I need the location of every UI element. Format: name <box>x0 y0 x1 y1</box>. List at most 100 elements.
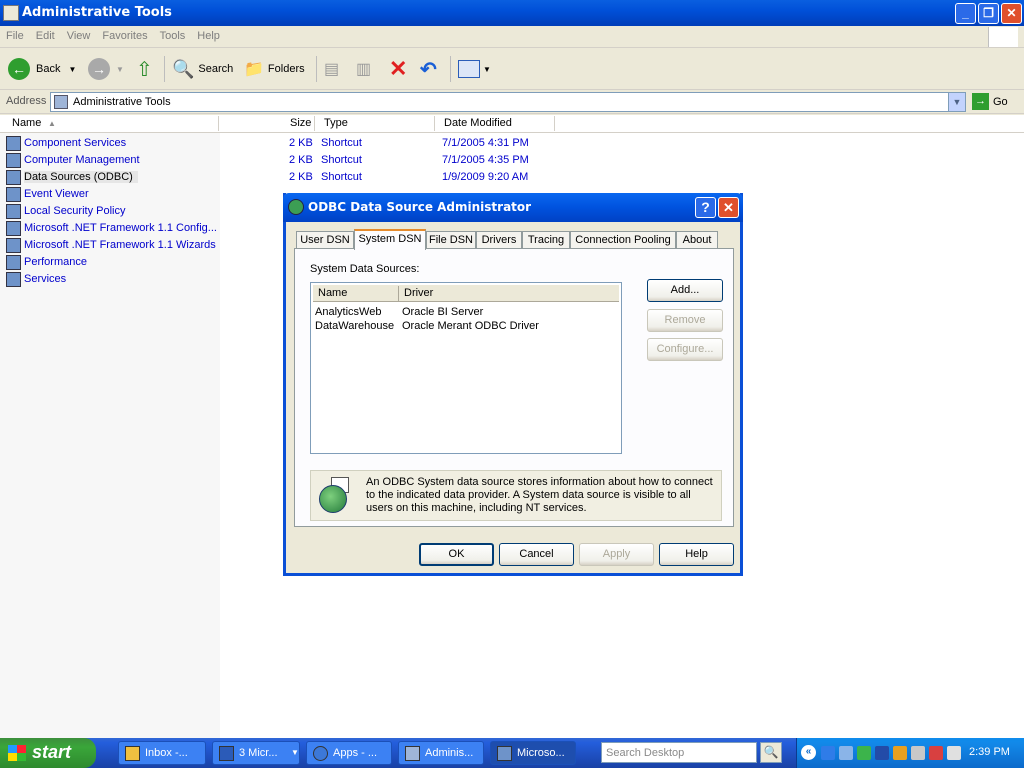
desktop-search-input[interactable]: Search Desktop <box>601 742 757 763</box>
move-to-button[interactable]: ▤ <box>324 56 339 82</box>
file-name: Services <box>24 273 67 285</box>
undo-icon: ↶ <box>420 58 437 81</box>
tab-about[interactable]: About <box>676 231 718 249</box>
back-dropdown-icon[interactable]: ▼ <box>68 65 76 74</box>
control-panel-icon <box>54 95 68 109</box>
minimize-button[interactable]: _ <box>955 3 976 24</box>
menu-file[interactable]: File <box>0 26 30 42</box>
list-item[interactable]: AnalyticsWeb Oracle BI Server <box>315 306 615 320</box>
dsn-driver: Oracle Merant ODBC Driver <box>402 320 539 332</box>
search-icon: 🔍 <box>172 58 195 79</box>
network-tool-icon[interactable] <box>839 746 853 760</box>
back-label: Back <box>36 63 61 75</box>
add-button[interactable]: Add... <box>647 279 723 302</box>
up-folder-button[interactable]: ⇧ <box>136 56 153 82</box>
forward-button[interactable]: → ▼ <box>88 56 124 82</box>
go-button[interactable]: → Go <box>972 93 1008 110</box>
list-header-divider[interactable] <box>398 286 399 301</box>
column-divider[interactable] <box>554 116 555 131</box>
task-odbc[interactable]: Microso... <box>490 741 576 765</box>
forward-dropdown-icon[interactable]: ▼ <box>116 65 124 74</box>
list-header-name[interactable]: Name <box>318 287 347 299</box>
column-headers: Name ▲ Size Type Date Modified <box>0 115 1024 133</box>
dialog-help-button[interactable]: ? <box>695 197 716 218</box>
date-column-header[interactable]: Date Modified <box>444 117 512 129</box>
copy-to-button[interactable]: ▥ <box>356 56 371 82</box>
file-name: Data Sources (ODBC) <box>24 171 138 183</box>
search-button[interactable]: 🔍 Search <box>172 56 233 82</box>
wireless-icon[interactable] <box>911 746 925 760</box>
menu-edit[interactable]: Edit <box>30 26 61 42</box>
tab-user-dsn[interactable]: User DSN <box>296 231 354 249</box>
data-sources-list[interactable]: Name Driver AnalyticsWeb Oracle BI Serve… <box>310 282 622 454</box>
menu-view[interactable]: View <box>61 26 97 42</box>
start-button[interactable]: start <box>0 738 96 768</box>
restore-button[interactable]: ❐ <box>978 3 999 24</box>
tab-tracing[interactable]: Tracing <box>522 231 570 249</box>
file-name: Local Security Policy <box>24 205 126 217</box>
name-column-header[interactable]: Name <box>12 117 41 129</box>
apply-button[interactable]: Apply <box>579 543 654 566</box>
file-size: 2 KB <box>289 137 313 149</box>
system-tray: « 2:39 PM <box>796 738 1024 768</box>
toolbar-separator <box>164 56 165 82</box>
services-icon <box>6 272 21 287</box>
computer-management-icon <box>6 153 21 168</box>
close-button[interactable]: ✕ <box>1001 3 1022 24</box>
task-label: Adminis... <box>425 747 474 759</box>
file-row-selected[interactable]: Data Sources (ODBC) 2 KB Shortcut 1/9/20… <box>0 169 560 186</box>
undo-button[interactable]: ↶ <box>420 56 437 82</box>
column-divider[interactable] <box>218 116 219 131</box>
task-word[interactable]: 3 Micr... ▼ <box>212 741 300 765</box>
column-divider[interactable] <box>434 116 435 131</box>
views-button[interactable]: ▼ <box>458 56 491 82</box>
back-button[interactable]: ← Back ▼ <box>8 56 76 82</box>
security-shield-icon[interactable] <box>929 746 943 760</box>
configure-button[interactable]: Configure... <box>647 338 723 361</box>
tab-file-dsn[interactable]: File DSN <box>426 231 476 249</box>
group-dropdown-icon: ▼ <box>291 748 299 757</box>
folder-icon <box>3 5 19 21</box>
file-date: 7/1/2005 4:31 PM <box>442 137 529 149</box>
folders-button[interactable]: 📁 Folders <box>244 56 305 82</box>
tab-drivers[interactable]: Drivers <box>476 231 522 249</box>
list-header-driver[interactable]: Driver <box>404 287 433 299</box>
menu-help[interactable]: Help <box>191 26 226 42</box>
task-label: 3 Micr... <box>239 747 278 759</box>
column-divider[interactable] <box>314 116 315 131</box>
address-dropdown-icon[interactable]: ▼ <box>948 93 965 111</box>
dialog-close-button[interactable]: ✕ <box>718 197 739 218</box>
desktop-search-button[interactable]: 🔍 <box>760 742 782 763</box>
show-hidden-icons-button[interactable]: « <box>801 745 816 760</box>
toolbar-separator <box>450 56 451 82</box>
antenna-icon[interactable] <box>893 746 907 760</box>
task-apps[interactable]: Apps - ... <box>306 741 392 765</box>
delete-button[interactable]: ✕ <box>389 56 407 82</box>
size-column-header[interactable]: Size <box>290 117 311 129</box>
bluetooth-icon[interactable] <box>821 746 835 760</box>
address-field[interactable]: Administrative Tools ▼ <box>50 92 966 112</box>
status-monitor-icon[interactable] <box>875 746 889 760</box>
search-label: Search <box>198 63 234 75</box>
tab-system-dsn[interactable]: System DSN <box>354 229 426 250</box>
list-item[interactable]: DataWarehouse Oracle Merant ODBC Driver <box>315 320 615 334</box>
file-row[interactable]: Computer Management 2 KB Shortcut 7/1/20… <box>0 152 560 169</box>
network-connection-icon[interactable] <box>857 746 871 760</box>
taskbar-clock[interactable]: 2:39 PM <box>969 746 1010 758</box>
type-column-header[interactable]: Type <box>324 117 348 129</box>
volume-icon[interactable] <box>947 746 961 760</box>
task-admin-tools[interactable]: Adminis... <box>398 741 484 765</box>
tab-connection-pooling[interactable]: Connection Pooling <box>570 231 676 249</box>
menu-favorites[interactable]: Favorites <box>96 26 153 42</box>
dotnet-wizards-icon <box>6 238 21 253</box>
cancel-button[interactable]: Cancel <box>499 543 574 566</box>
remove-button[interactable]: Remove <box>647 309 723 332</box>
file-row[interactable]: Component Services 2 KB Shortcut 7/1/200… <box>0 135 560 152</box>
views-dropdown-icon: ▼ <box>483 64 491 74</box>
toolbar-separator <box>316 56 317 82</box>
task-inbox[interactable]: Inbox -... <box>118 741 206 765</box>
ok-button[interactable]: OK <box>419 543 494 566</box>
menu-tools[interactable]: Tools <box>154 26 192 42</box>
help-button[interactable]: Help <box>659 543 734 566</box>
security-policy-icon <box>6 204 21 219</box>
